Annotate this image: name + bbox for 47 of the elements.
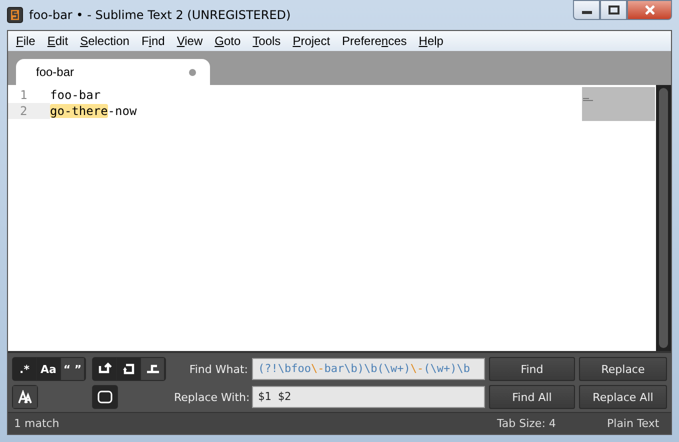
menu-item[interactable]: Selection — [74, 34, 136, 48]
close-button[interactable] — [627, 0, 672, 20]
find-all-button[interactable]: Find All — [489, 385, 575, 409]
word-toggle[interactable]: “ ” — [61, 358, 85, 380]
menu-item[interactable]: Goto — [208, 34, 247, 48]
replace-field[interactable]: $1 $2 — [252, 386, 485, 408]
menu-item[interactable]: Preferences — [336, 34, 413, 48]
code-line: go-there-now — [50, 104, 137, 118]
window-title: foo-bar • - Sublime Text 2 (UNREGISTERED) — [29, 8, 292, 22]
maximize-icon — [608, 5, 620, 15]
minimize-button[interactable] — [573, 0, 600, 20]
line-number: 1 — [19, 87, 28, 103]
replace-all-button[interactable]: Replace All — [579, 385, 667, 409]
wrap-toggle[interactable] — [93, 358, 117, 380]
replace-label: Replace With: — [174, 390, 248, 404]
menu-item[interactable]: Project — [286, 34, 336, 48]
letters-icon — [18, 390, 32, 404]
loop-arrow-icon — [122, 362, 136, 376]
menu-item[interactable]: Help — [412, 34, 450, 48]
app-icon — [7, 7, 23, 23]
scrollbar-thumb[interactable] — [659, 88, 668, 348]
rounded-square-icon — [97, 390, 113, 404]
highlight-toggle[interactable] — [141, 358, 165, 380]
find-button[interactable]: Find — [489, 357, 575, 381]
maximize-button[interactable] — [600, 0, 627, 20]
minimap-preview-drawing — [582, 96, 593, 102]
selection-toggle[interactable] — [117, 358, 141, 380]
match-count: 1 match — [14, 417, 60, 430]
replace-button[interactable]: Replace — [579, 357, 667, 381]
syntax-label[interactable]: Plain Text — [607, 417, 665, 430]
menu-item[interactable]: Find — [135, 34, 171, 48]
regex-toggle[interactable]: .* — [13, 358, 37, 380]
menu-item[interactable]: View — [170, 34, 209, 48]
find-label: Find What: — [188, 362, 248, 376]
wrap-arrow-icon — [98, 362, 112, 376]
preserve-case-toggle[interactable] — [13, 386, 37, 408]
file-tab[interactable]: foo-bar — [16, 59, 210, 85]
line-number: 2 — [8, 103, 50, 119]
code-line: foo-bar — [50, 88, 101, 102]
context-toggle[interactable] — [93, 386, 117, 408]
close-icon — [644, 5, 656, 15]
case-toggle[interactable]: Aa — [37, 358, 61, 380]
menu-item[interactable]: File — [10, 34, 42, 48]
menu-item[interactable]: Edit — [41, 34, 74, 48]
underline-bar-icon — [146, 362, 160, 376]
tab-size[interactable]: Tab Size: 4 — [497, 417, 607, 430]
menu-item[interactable]: Tools — [246, 34, 287, 48]
